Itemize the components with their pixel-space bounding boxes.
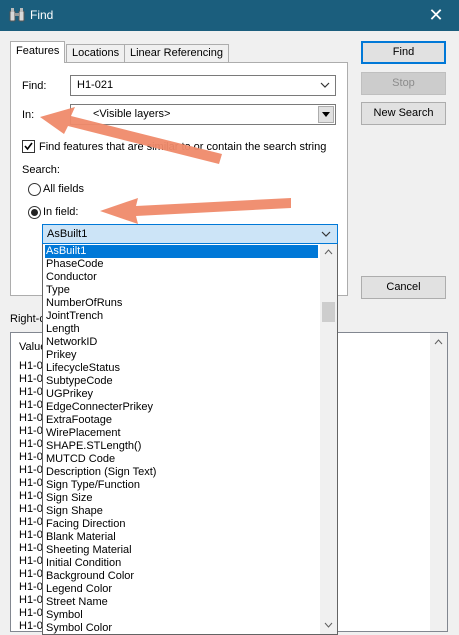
annotation-overlay: [40, 107, 291, 224]
annotation-arrow-in-field: [100, 198, 291, 224]
annotation-arrow-in: [40, 107, 222, 164]
